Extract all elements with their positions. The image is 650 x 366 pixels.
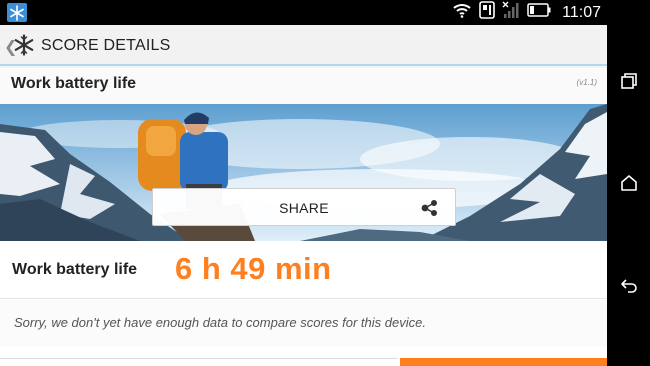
compare-note-text: Sorry, we don't yet have enough data to …: [14, 315, 426, 330]
share-icon: [421, 199, 439, 217]
card-header: Work battery life (v1.1): [0, 68, 607, 104]
compare-note: Sorry, we don't yet have enough data to …: [0, 300, 607, 347]
result-label: Work battery life: [12, 261, 138, 278]
action-bar: ❮ SCORE DETAILS: [0, 25, 607, 66]
status-time: 11:07: [562, 3, 601, 21]
share-button[interactable]: SHARE: [152, 188, 456, 226]
snowflake-app-icon: [7, 3, 27, 22]
navigation-bar: [607, 0, 650, 366]
battery-icon: [527, 3, 551, 22]
wifi-icon: [452, 2, 472, 23]
bottom-left-button[interactable]: [0, 358, 398, 366]
status-bar: 11:07: [0, 0, 607, 25]
app-screen: ❮ SCORE DETAILS Work battery life (v1.1): [0, 25, 607, 366]
home-icon[interactable]: [617, 171, 641, 195]
share-label: SHARE: [279, 200, 329, 216]
nfc-icon: [479, 1, 495, 24]
bottom-right-button[interactable]: [400, 358, 607, 366]
version-label: (v1.1): [576, 78, 597, 87]
card-title: Work battery life: [11, 75, 137, 92]
score-card: Work battery life (v1.1) SHARE Work batt…: [0, 68, 607, 366]
snowflake-logo-icon[interactable]: [13, 34, 35, 56]
screen-title: SCORE DETAILS: [41, 37, 171, 54]
no-signal-icon: [502, 1, 520, 24]
result-value: 6 h 49 min: [175, 251, 332, 286]
recent-apps-icon[interactable]: [617, 69, 641, 93]
bottom-button-bar: [0, 358, 607, 366]
back-icon[interactable]: [617, 273, 641, 297]
result-row: Work battery life 6 h 49 min: [0, 241, 607, 299]
